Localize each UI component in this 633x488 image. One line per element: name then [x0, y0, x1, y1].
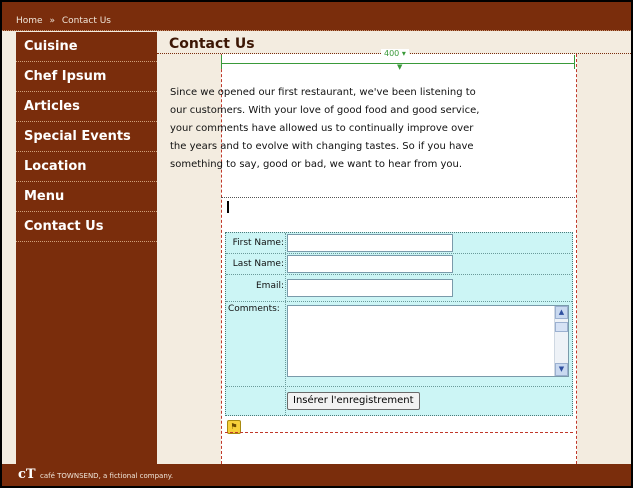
- last-name-row: Last Name:: [226, 254, 572, 275]
- nav-item-special-events[interactable]: Special Events: [16, 122, 157, 152]
- width-label[interactable]: 400 ▾: [381, 49, 409, 58]
- sidebar-nav: Cuisine Chef Ipsum Articles Special Even…: [16, 32, 157, 464]
- first-name-label: First Name:: [232, 238, 284, 248]
- last-name-label: Last Name:: [232, 259, 284, 269]
- scroll-up-icon[interactable]: ▲: [555, 306, 568, 319]
- first-name-field[interactable]: [287, 234, 453, 252]
- text-cursor: [227, 201, 229, 213]
- insert-record-button[interactable]: Insérer l'enregistrement: [287, 392, 420, 410]
- nav-item-cuisine[interactable]: Cuisine: [16, 32, 157, 62]
- scroll-down-icon[interactable]: ▼: [555, 363, 568, 376]
- document-window: Home » Contact Us Cuisine Chef Ipsum Art…: [2, 2, 631, 486]
- nav-item-menu[interactable]: Menu: [16, 182, 157, 212]
- main-content: Contact Us 400 ▾ ▼ Since we opened our f…: [157, 32, 631, 464]
- scroll-thumb[interactable]: [555, 322, 568, 332]
- intro-text: Since we opened our first restaurant, we…: [170, 87, 480, 170]
- breadcrumb-current: Contact Us: [61, 16, 111, 26]
- comments-scrollbar[interactable]: ▲ ▼: [554, 306, 568, 376]
- width-ruler[interactable]: 400 ▾ ▼: [221, 49, 575, 71]
- email-label: Email:: [255, 281, 284, 291]
- comments-field[interactable]: ▲ ▼: [287, 305, 569, 377]
- nav-item-contact-us[interactable]: Contact Us: [16, 212, 157, 242]
- last-name-field[interactable]: [287, 255, 453, 273]
- footer-text: café TOWNSEND, a fictional company.: [40, 472, 174, 480]
- region-boundary: [225, 432, 573, 433]
- nav-item-location[interactable]: Location: [16, 152, 157, 182]
- cafe-logo: cT: [18, 467, 36, 482]
- contact-form: First Name: Last Name: Email: Comments: …: [225, 232, 573, 416]
- breadcrumb-home-link[interactable]: Home: [16, 16, 43, 26]
- email-row: Email:: [226, 275, 572, 302]
- nav-item-articles[interactable]: Articles: [16, 92, 157, 122]
- breadcrumb-separator: »: [49, 16, 55, 26]
- breadcrumb: Home » Contact Us: [2, 2, 631, 31]
- footer: cT café TOWNSEND, a fictional company.: [2, 464, 631, 486]
- first-name-row: First Name:: [226, 233, 572, 254]
- nav-item-chef-ipsum[interactable]: Chef Ipsum: [16, 62, 157, 92]
- email-field[interactable]: [287, 279, 453, 297]
- comments-label: Comments:: [228, 304, 280, 314]
- ruler-arrow-icon: ▼: [397, 63, 403, 71]
